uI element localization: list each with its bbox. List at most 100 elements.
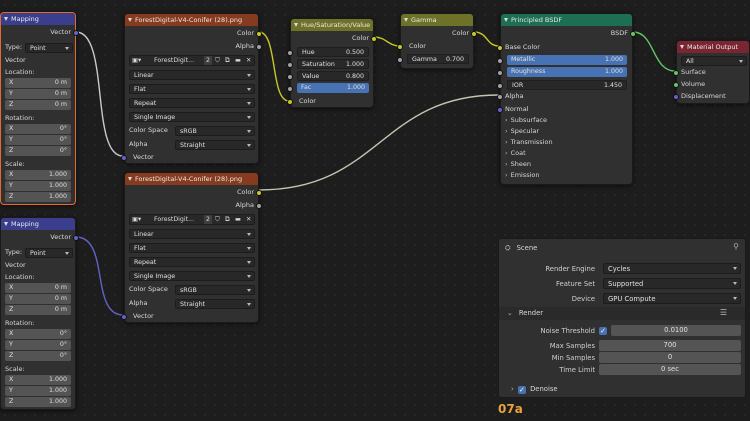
scale-x[interactable]: X 1.000 — [5, 375, 71, 385]
scale-z[interactable]: Z 1.000 — [5, 192, 71, 202]
render-panel-header[interactable]: ⌄ Render — [499, 307, 745, 320]
input-color-socket[interactable] — [397, 44, 403, 50]
chevron-right-icon[interactable]: › — [511, 385, 514, 393]
hue-field[interactable]: Hue 0.500 — [297, 47, 369, 57]
input-gamma-socket[interactable] — [397, 57, 403, 63]
interpolation-dropdown[interactable]: Linear — [129, 70, 255, 80]
panel-coat[interactable]: › Coat — [505, 148, 526, 159]
rotation-z[interactable]: Z 0° — [5, 146, 71, 156]
material-output-node[interactable]: Material Output All Surface Volume Displ… — [673, 40, 750, 104]
panel-emission[interactable]: › Emission — [505, 170, 540, 181]
collapse-icon[interactable] — [294, 23, 298, 27]
max-samples-field[interactable]: 700 — [599, 340, 741, 351]
render-engine-dropdown[interactable]: Cycles — [603, 263, 741, 274]
ior-field[interactable]: IOR 1.450 — [507, 80, 627, 90]
folder-icon[interactable]: ▬ — [235, 215, 241, 224]
input-ior-socket[interactable] — [497, 83, 503, 89]
rotation-x[interactable]: X 0° — [5, 124, 71, 134]
interpolation-dropdown[interactable]: Linear — [129, 229, 255, 239]
image-texture-node-1-header[interactable]: ForestDigital-V4-Conifer (28).png — [125, 14, 258, 26]
output-alpha-socket[interactable] — [256, 44, 262, 50]
target-dropdown[interactable]: All — [681, 56, 747, 66]
mapping-node-2-header[interactable]: Mapping — [1, 218, 75, 230]
output-bsdf-socket[interactable] — [630, 31, 636, 37]
principled-bsdf-node[interactable]: Principled BSDF BSDF Base Color Metallic… — [497, 13, 636, 185]
denoise-panel-header[interactable]: › ✓ Denoise — [511, 383, 558, 395]
saturation-field[interactable]: Saturation 1.000 — [297, 59, 369, 69]
image-selector[interactable]: ▣▾ ForestDigit... 2 ⛉ ⧉ ▬ ✕ — [129, 55, 255, 66]
projection-dropdown[interactable]: Flat — [129, 84, 255, 94]
gamma-node[interactable]: Gamma Color Color Gamma 0.700 — [397, 13, 477, 69]
feature-set-dropdown[interactable]: Supported — [603, 278, 741, 289]
device-dropdown[interactable]: GPU Compute — [603, 293, 741, 304]
collapse-icon[interactable] — [680, 45, 684, 49]
metallic-field[interactable]: Metallic 1.000 — [507, 55, 627, 65]
fake-user-icon[interactable]: ⛉ — [215, 56, 220, 65]
input-hue-socket[interactable] — [287, 50, 293, 56]
input-displacement-socket[interactable] — [673, 94, 679, 100]
input-value-socket[interactable] — [287, 74, 293, 80]
image-browse-icon[interactable]: ▣▾ — [132, 215, 141, 224]
location-z[interactable]: Z0 m — [5, 100, 71, 110]
chevron-down-icon[interactable]: ⌄ — [507, 309, 513, 317]
image-name[interactable]: ForestDigit... — [154, 56, 194, 65]
user-count[interactable]: 2 — [204, 215, 213, 224]
input-volume-socket[interactable] — [673, 82, 679, 88]
rotation-z[interactable]: Z 0° — [5, 351, 71, 361]
gamma-node-header[interactable]: Gamma — [401, 14, 473, 26]
pin-icon[interactable]: ⚲ — [733, 242, 739, 251]
rotation-y[interactable]: Y 0° — [5, 135, 71, 145]
fake-user-icon[interactable]: ⛉ — [215, 215, 220, 224]
scale-y[interactable]: Y 1.000 — [5, 181, 71, 191]
material-output-node-header[interactable]: Material Output — [677, 41, 749, 53]
input-roughness-socket[interactable] — [497, 70, 503, 76]
value-field[interactable]: Value 0.800 — [297, 71, 369, 81]
output-color-socket[interactable] — [256, 190, 262, 196]
output-vector-socket[interactable] — [73, 30, 79, 36]
noise-threshold-field[interactable]: 0.0100 — [611, 325, 741, 336]
time-limit-field[interactable]: 0 sec — [599, 364, 741, 375]
image-browse-icon[interactable]: ▣▾ — [132, 56, 141, 65]
extension-dropdown[interactable]: Repeat — [129, 98, 255, 108]
input-base-color-socket[interactable] — [497, 45, 503, 51]
panel-subsurface[interactable]: › Subsurface — [505, 115, 547, 126]
location-y[interactable]: Y0 m — [5, 89, 71, 99]
source-dropdown[interactable]: Single Image — [129, 271, 255, 281]
noise-threshold-checkbox[interactable]: ✓ — [599, 327, 607, 335]
alpha-dropdown[interactable]: Straight — [175, 299, 255, 309]
hue-saturation-node[interactable]: Hue/Saturation/Value Color Hue 0.500 Satu… — [287, 18, 377, 108]
mapping-node-1[interactable]: Mapping Vector Type: Point Vector Locati… — [0, 12, 79, 205]
input-vector-socket[interactable] — [121, 314, 127, 320]
scale-z[interactable]: Z 1.000 — [5, 397, 71, 407]
output-vector-socket[interactable] — [73, 235, 79, 241]
colorspace-dropdown[interactable]: sRGB — [175, 126, 255, 136]
collapse-icon[interactable] — [128, 177, 132, 181]
duplicate-icon[interactable]: ⧉ — [225, 56, 230, 65]
scale-x[interactable]: X 1.000 — [5, 170, 71, 180]
type-dropdown[interactable]: Point — [25, 43, 73, 53]
denoise-checkbox[interactable]: ✓ — [517, 386, 526, 394]
roughness-field[interactable]: Roughness 1.000 — [507, 67, 627, 77]
input-metallic-socket[interactable] — [497, 58, 503, 64]
image-texture-node-2-header[interactable]: ForestDigital-V4-Conifer (28).png — [125, 173, 258, 185]
output-alpha-socket[interactable] — [256, 203, 262, 209]
output-color-socket[interactable] — [256, 31, 262, 37]
hue-saturation-node-header[interactable]: Hue/Saturation/Value — [291, 19, 373, 31]
principled-bsdf-node-header[interactable]: Principled BSDF — [501, 14, 632, 26]
image-name[interactable]: ForestDigit... — [154, 215, 194, 224]
alpha-dropdown[interactable]: Straight — [175, 140, 255, 150]
image-texture-node-2[interactable]: ForestDigital-V4-Conifer (28).png Color … — [121, 172, 262, 323]
location-x[interactable]: X0 m — [5, 78, 71, 88]
collapse-icon[interactable] — [128, 18, 132, 22]
input-fac-socket[interactable] — [287, 86, 293, 92]
user-count[interactable]: 2 — [204, 56, 213, 65]
rotation-x[interactable]: X 0° — [5, 329, 71, 339]
output-color-socket[interactable] — [371, 36, 377, 42]
input-color-socket[interactable] — [287, 99, 293, 105]
image-texture-node-1[interactable]: ForestDigital-V4-Conifer (28).png Color … — [121, 13, 262, 164]
location-z[interactable]: Z0 m — [5, 305, 71, 315]
panel-specular[interactable]: › Specular — [505, 126, 539, 137]
rotation-y[interactable]: Y 0° — [5, 340, 71, 350]
mapping-node-1-header[interactable]: Mapping — [1, 13, 75, 25]
location-x[interactable]: X0 m — [5, 283, 71, 293]
